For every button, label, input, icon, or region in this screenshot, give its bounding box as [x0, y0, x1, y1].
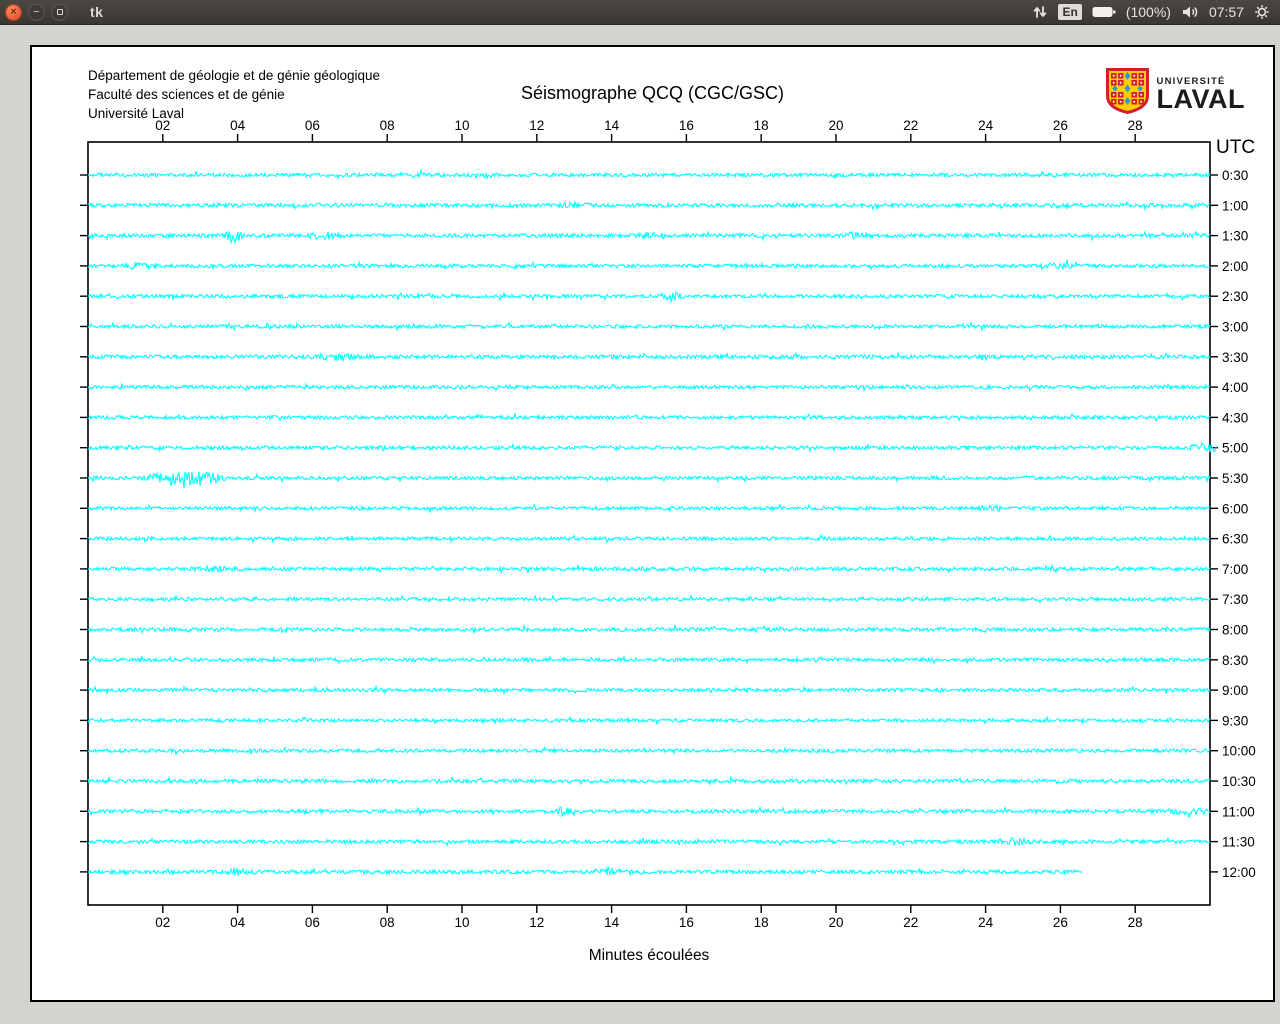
- x-tick-label-top: 12: [529, 118, 544, 133]
- utc-time-label: 3:30: [1222, 350, 1248, 365]
- x-tick-label-top: 02: [155, 118, 170, 133]
- utc-time-label: 4:00: [1222, 380, 1248, 395]
- utc-time-label: 1:00: [1222, 198, 1248, 213]
- x-tick-label-bottom: 14: [604, 915, 620, 930]
- seismogram-trace: [87, 229, 1211, 245]
- utc-time-label: 8:30: [1222, 653, 1248, 668]
- volume-icon[interactable]: [1181, 4, 1199, 20]
- x-tick-label-top: 18: [754, 118, 769, 133]
- utc-time-label: 9:00: [1222, 683, 1248, 698]
- close-button[interactable]: ×: [5, 3, 22, 21]
- seismogram-trace: [87, 411, 1211, 423]
- seismogram-trace: [87, 775, 1211, 787]
- seismogram-trace: [87, 290, 1211, 304]
- session-gear-icon[interactable]: [1254, 4, 1270, 20]
- x-tick-label-bottom: 10: [454, 915, 469, 930]
- seismogram-trace: [87, 259, 1211, 272]
- battery-icon[interactable]: [1092, 5, 1116, 19]
- x-tick-label-top: 04: [230, 118, 246, 133]
- x-tick-label-top: 08: [380, 118, 395, 133]
- x-axis-title: Minutes écoulées: [589, 947, 710, 964]
- utc-time-label: 7:00: [1222, 562, 1248, 577]
- seismogram-trace: [87, 382, 1211, 393]
- x-tick-label-top: 24: [978, 118, 994, 133]
- seismogram-trace: [87, 441, 1218, 454]
- x-tick-label-top: 10: [454, 118, 469, 133]
- window-titlebar: × − tk En (100%) 07:57: [0, 0, 1280, 25]
- utc-time-label: 3:00: [1222, 320, 1248, 335]
- x-tick-label-bottom: 24: [978, 915, 994, 930]
- seismogram-trace: [87, 805, 1211, 818]
- x-tick-label-top: 26: [1053, 118, 1068, 133]
- seismogram-trace: [87, 471, 1211, 488]
- seismogram-trace: [87, 593, 1211, 605]
- utc-time-label: 6:00: [1222, 501, 1248, 516]
- seismogram-trace: [87, 623, 1211, 635]
- x-tick-label-top: 16: [679, 118, 694, 133]
- seismograph-chart: 02 02 04 04 06 06 08 08 10 10 12 12 14 14 16 16 18 18 20 20…: [80, 118, 1256, 964]
- maximize-icon: [56, 9, 63, 15]
- seismogram-trace: [87, 654, 1211, 665]
- x-axes: 02 02 04 04 06 06 08 08 10 10 12 12 14 14 16 16 18 18 20 20…: [155, 118, 1142, 930]
- utc-time-label: 6:30: [1222, 532, 1248, 547]
- utc-time-label: 1:30: [1222, 229, 1248, 244]
- seismogram-trace: [87, 684, 1211, 696]
- utc-time-label: 9:30: [1222, 713, 1248, 728]
- clock[interactable]: 07:57: [1209, 4, 1244, 20]
- seismogram-trace: [87, 563, 1211, 575]
- utc-time-label: 12:00: [1222, 865, 1256, 880]
- window-title: tk: [90, 4, 104, 20]
- utc-time-label: 2:00: [1222, 259, 1248, 274]
- utc-time-label: 5:30: [1222, 471, 1248, 486]
- keyboard-layout-indicator[interactable]: En: [1058, 3, 1082, 21]
- system-tray: En (100%) 07:57: [1032, 3, 1280, 21]
- utc-axis-title: UTC: [1216, 137, 1255, 158]
- utc-time-label: 10:30: [1222, 774, 1256, 789]
- x-tick-label-top: 06: [305, 118, 320, 133]
- x-tick-label-top: 20: [828, 118, 843, 133]
- utc-time-label: 10:00: [1222, 744, 1256, 759]
- utc-time-label: 11:30: [1222, 835, 1255, 850]
- utc-time-label: 2:30: [1222, 289, 1248, 304]
- x-tick-label-bottom: 28: [1128, 915, 1143, 930]
- seismogram-trace: [87, 168, 1211, 181]
- utc-time-label: 4:30: [1222, 410, 1248, 425]
- x-tick-label-bottom: 16: [679, 915, 694, 930]
- seismogram-trace: [87, 746, 1211, 756]
- updown-arrows-icon[interactable]: [1032, 4, 1048, 20]
- trace-rows: 0:30 1:00 1:30 2:00 2:30 3:00 3:30 4:00 4:30 5:00…: [80, 168, 1256, 880]
- x-tick-label-bottom: 06: [305, 915, 320, 930]
- x-tick-label-top: 22: [903, 118, 918, 133]
- utc-time-label: 8:00: [1222, 623, 1248, 638]
- battery-percentage: (100%): [1125, 3, 1171, 20]
- seismogram-trace: [87, 200, 1211, 212]
- seismogram-trace: [87, 866, 1083, 877]
- minimize-button[interactable]: −: [28, 3, 45, 21]
- seismogram-trace: [87, 351, 1211, 363]
- seismogram-trace: [87, 533, 1211, 544]
- utc-time-label: 11:00: [1222, 804, 1255, 819]
- x-tick-label-bottom: 18: [754, 915, 769, 930]
- x-tick-label-bottom: 12: [529, 915, 544, 930]
- app-window: Département de géologie et de génie géol…: [30, 45, 1275, 1002]
- utc-time-label: 0:30: [1222, 168, 1248, 183]
- plot-frame: [87, 141, 1211, 906]
- x-tick-label-bottom: 08: [380, 915, 395, 930]
- seismogram-trace: [87, 503, 1211, 514]
- seismogram-trace: [87, 321, 1211, 332]
- x-tick-label-top: 14: [604, 118, 620, 133]
- x-tick-label-top: 28: [1128, 118, 1143, 133]
- x-tick-label-bottom: 04: [230, 915, 246, 930]
- seismogram-trace: [87, 836, 1211, 847]
- utc-time-label: 5:00: [1222, 441, 1248, 456]
- x-tick-label-bottom: 26: [1053, 915, 1068, 930]
- x-tick-label-bottom: 22: [903, 915, 918, 930]
- utc-time-label: 7:30: [1222, 592, 1248, 607]
- maximize-button[interactable]: [51, 3, 68, 21]
- x-tick-label-bottom: 20: [828, 915, 843, 930]
- x-tick-label-bottom: 02: [155, 915, 170, 930]
- seismogram-trace: [87, 715, 1211, 726]
